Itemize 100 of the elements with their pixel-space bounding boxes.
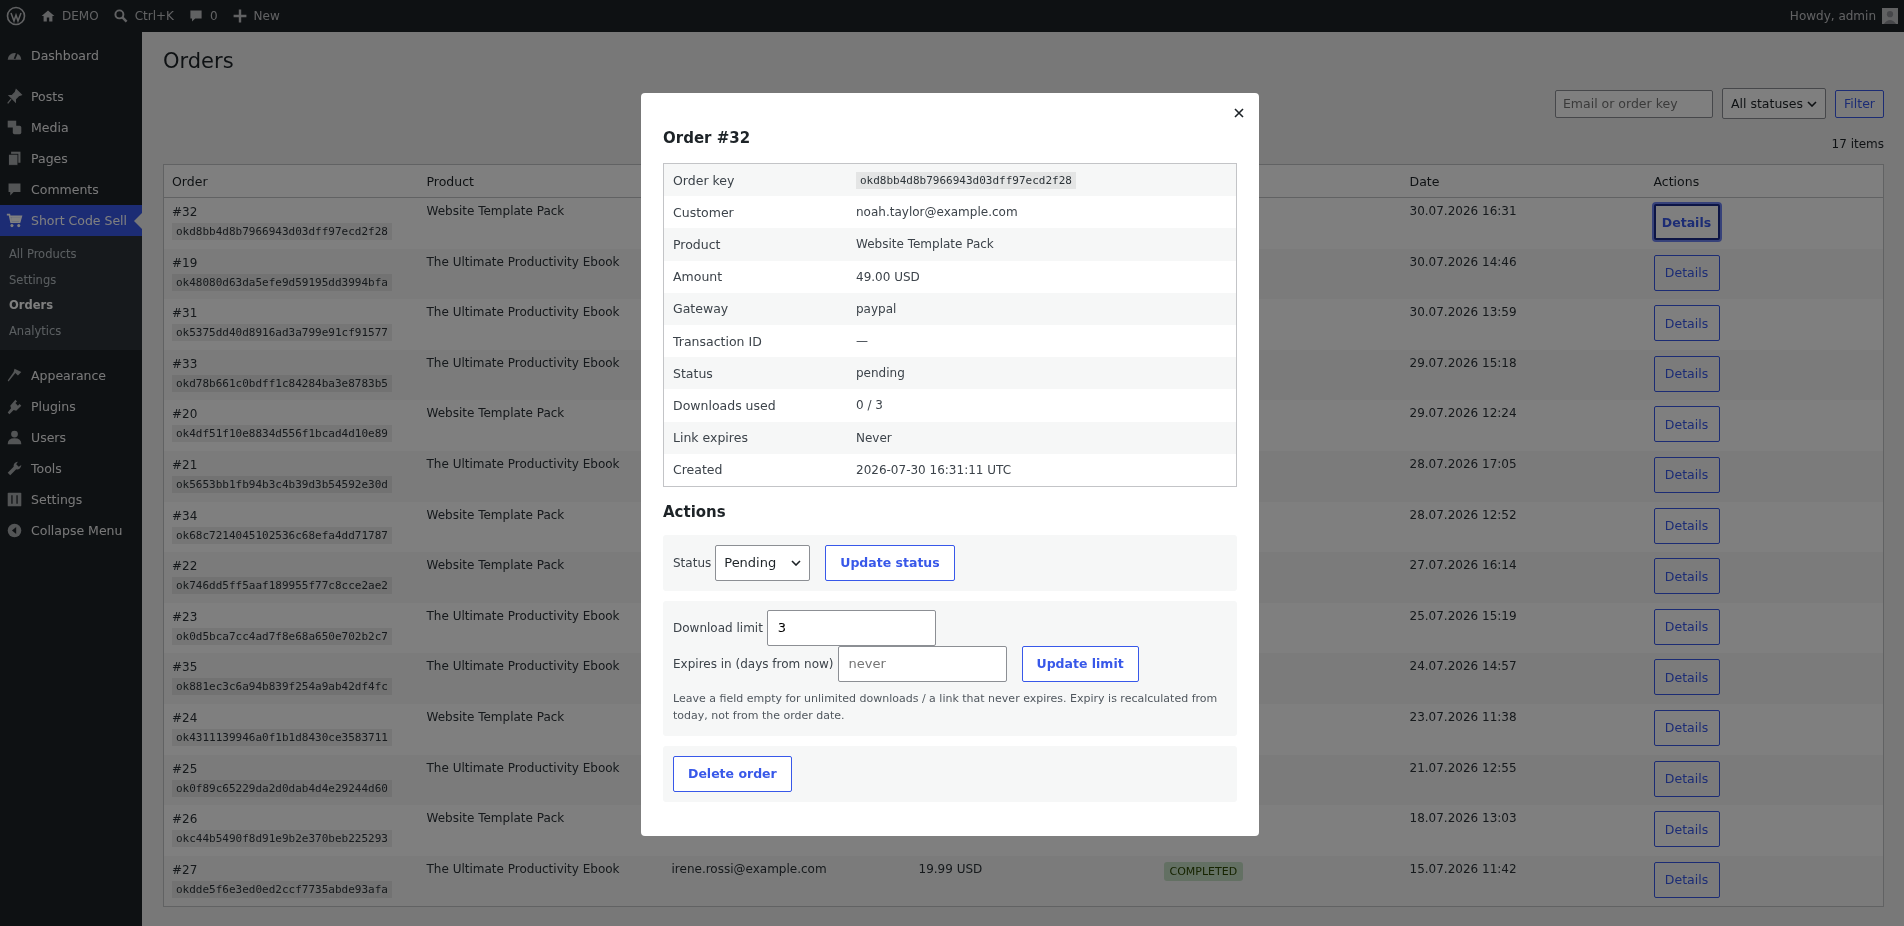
menu-item[interactable]: Appearance [0,360,142,391]
search-shortcut[interactable]: Ctrl+K [112,8,174,24]
order-date: 28.07.2026 17:05 [1409,456,1517,471]
menu-item[interactable]: Settings [0,484,142,515]
update-status-button[interactable]: Update status [825,544,955,581]
menu-item[interactable]: Tools [0,453,142,484]
order-date: 27.07.2026 16:14 [1409,558,1517,573]
product-name: Website Template Pack [426,507,565,522]
details-button[interactable]: Details [1653,861,1720,898]
comments-link[interactable]: 0 [187,8,218,24]
order-date: 29.07.2026 12:24 [1409,406,1517,421]
details-button[interactable]: Details [1653,456,1720,493]
product-name: The Ultimate Productivity Ebook [426,355,620,370]
dialog-title: Order #32 [663,129,752,147]
order-number: #31 [172,305,199,323]
order-number: #32 [172,204,199,221]
column-header: Actions [1645,164,1884,198]
user-icon [6,429,23,446]
order-number: #24 [172,709,199,727]
detail-label: Transaction ID [673,333,763,349]
expires-field[interactable]: never [837,645,1007,682]
detail-value: paypal [856,301,897,316]
wrench-icon [6,460,23,477]
page-title: Orders [163,48,235,75]
detail-label: Link expires [673,430,749,446]
detail-label: Created [673,462,724,478]
submenu-item[interactable]: All Products [0,242,142,268]
status-dropdown[interactable]: All statuses [1721,88,1827,119]
order-number: #21 [172,456,199,474]
details-button[interactable]: Details [1653,811,1720,848]
account-menu[interactable]: Howdy, admin [1789,8,1898,24]
details-button[interactable]: Details [1653,760,1720,797]
menu-item[interactable]: Short Code Sell [0,205,142,236]
menu-item[interactable]: Posts [0,81,142,112]
detail-label: Downloads used [673,397,777,413]
menu-item[interactable]: Pages [0,143,142,174]
menu-item[interactable]: Users [0,422,142,453]
detail-value: 0 / 3 [856,398,883,413]
details-button[interactable]: Details [1653,659,1720,696]
logo-icon[interactable] [6,6,26,26]
order-date: 18.07.2026 13:03 [1409,811,1517,826]
details-button[interactable]: Details [1653,709,1720,746]
media-icon [6,119,23,136]
chevron-down-icon [791,559,802,566]
product-name: Website Template Pack [426,709,565,724]
order-number: #33 [172,355,199,373]
order-number: #35 [172,659,199,677]
new-link[interactable]: New [231,8,280,24]
order-number: #20 [172,406,199,424]
brush-icon [6,367,23,384]
status-badge: COMPLETED [1163,861,1244,881]
details-button[interactable]: Details [1653,608,1720,645]
status-select[interactable]: Pending [715,544,811,581]
details-button[interactable]: Details [1653,406,1720,443]
section-heading: Actions [663,502,727,521]
submenu-item[interactable]: Analytics [0,318,142,344]
details-button[interactable]: Details [1653,204,1720,240]
speech-bubble-icon [6,181,23,198]
menu-item[interactable]: Media [0,112,142,143]
detail-value: pending [856,366,905,381]
detail-label: Status [673,365,714,381]
detail-value: — [856,334,868,349]
detail-value: Website Template Pack [856,237,994,252]
menu-item[interactable]: Dashboard [0,40,142,71]
menu-item[interactable]: Collapse Menu [0,515,142,546]
home-icon [40,8,56,24]
details-button[interactable]: Details [1653,254,1720,291]
details-button[interactable]: Details [1653,355,1720,392]
order-date: 23.07.2026 11:38 [1409,709,1517,724]
submenu-item[interactable]: Orders [0,293,142,319]
plug-icon [6,398,23,415]
site-name-link[interactable]: DEMO [40,8,99,24]
product-name: The Ultimate Productivity Ebook [426,254,620,269]
details-button[interactable]: Details [1653,558,1720,595]
details-button[interactable]: Details [1653,305,1720,342]
detail-label: Customer [673,204,735,220]
product-name: Website Template Pack [426,406,565,421]
order-number: #27 [172,861,199,879]
menu-item[interactable]: Comments [0,174,142,205]
order-number: #26 [172,811,199,829]
order-number: #22 [172,558,199,576]
product-name: The Ultimate Productivity Ebook [426,659,620,674]
menu-item[interactable]: Plugins [0,391,142,422]
order-number: #25 [172,760,199,778]
search-field[interactable]: Email or order key [1554,89,1713,118]
submenu-item[interactable]: Settings [0,267,142,293]
update-limit-button[interactable]: Update limit [1021,645,1139,682]
delete-order-button[interactable]: Delete order [673,755,792,792]
speech-bubble-icon [187,8,204,24]
cart-icon [6,212,23,229]
detail-label: Product [673,236,722,252]
order-date: 21.07.2026 12:55 [1409,760,1517,775]
details-button[interactable]: Details [1653,507,1720,544]
order-number: #34 [172,507,199,525]
column-header: Order [163,164,419,198]
collapse-icon [6,522,23,539]
order-date: 25.07.2026 15:19 [1409,608,1517,623]
filter-button[interactable]: Filter [1835,89,1884,118]
download-limit-field[interactable]: 3 [766,609,936,646]
order-date: 24.07.2026 14:57 [1409,659,1517,674]
